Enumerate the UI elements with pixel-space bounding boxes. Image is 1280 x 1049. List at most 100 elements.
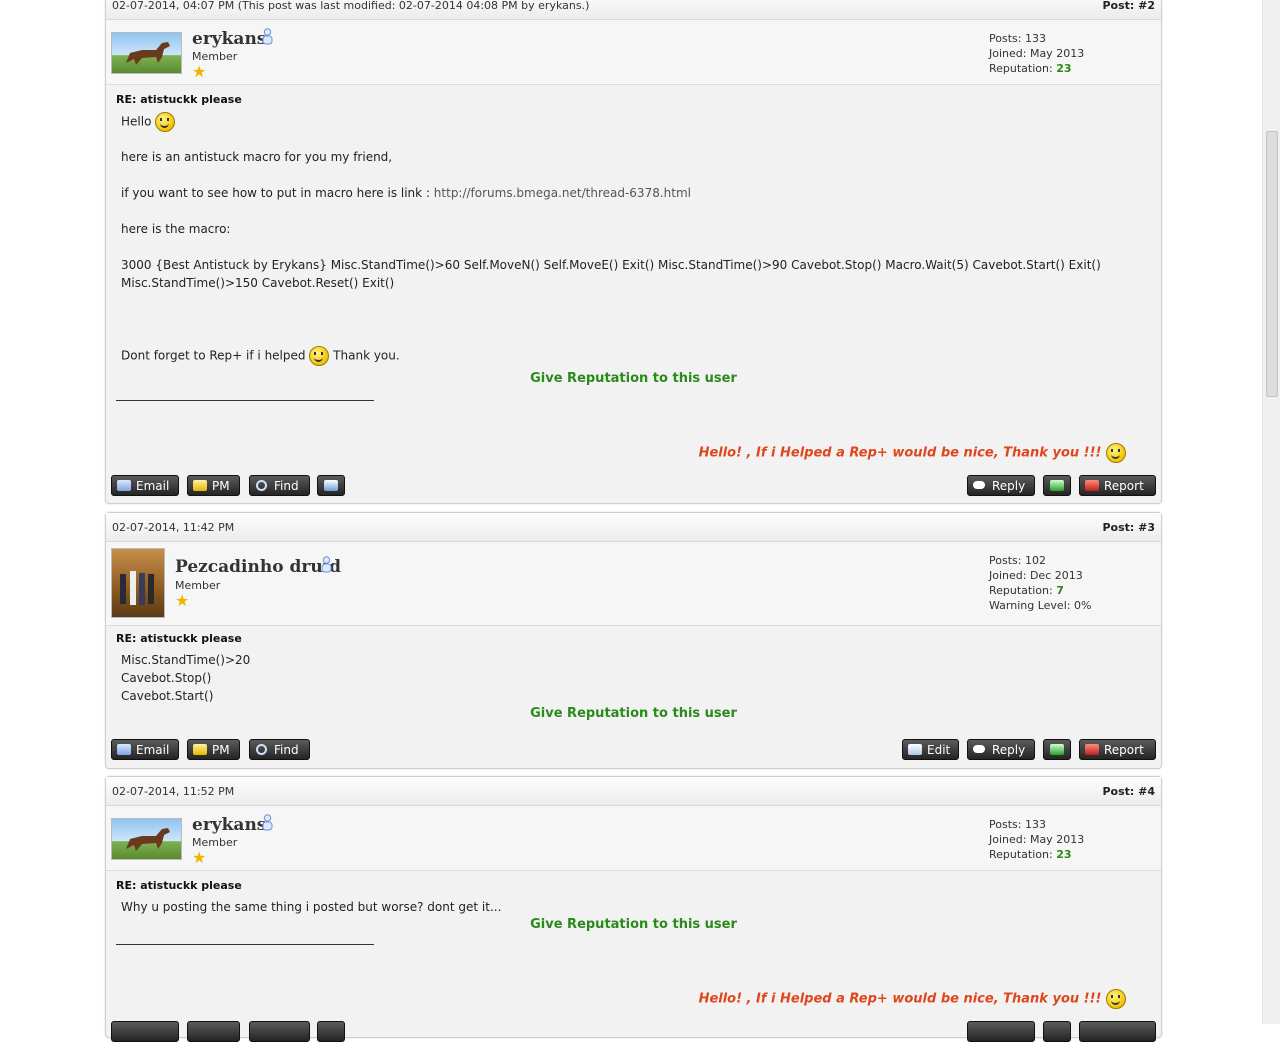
pm-icon: [193, 480, 207, 491]
author-info: erykans Member ★ Posts: 133 Joined: May …: [106, 806, 1161, 871]
button-label: Email: [136, 743, 170, 757]
reply-button[interactable]: [967, 1021, 1035, 1042]
quote-button[interactable]: [1043, 739, 1071, 760]
reputation-label: Reputation:: [989, 584, 1053, 597]
signature: Hello! , If i Helped a Rep+ would be nic…: [699, 989, 1126, 1009]
smiley-icon: [1106, 989, 1126, 1009]
joined-date: Joined: May 2013: [989, 47, 1085, 60]
report-icon: [1085, 744, 1099, 755]
author-info: erykans Member ★ Posts: 133 Joined: May …: [106, 20, 1161, 85]
post-3: 02-07-2014, 11:42 PM Post: #3 Pezcadinho…: [105, 512, 1162, 769]
reputation-value[interactable]: 23: [1056, 62, 1071, 75]
pm-button[interactable]: PM: [187, 739, 240, 760]
signature: Hello! , If i Helped a Rep+ would be nic…: [699, 443, 1126, 463]
reply-button[interactable]: Reply: [967, 739, 1035, 760]
username[interactable]: erykans: [192, 815, 266, 835]
post-number: Post: #2: [1102, 0, 1155, 12]
smiley-icon: [155, 112, 176, 132]
body-line: here is an antistuck macro for you my fr…: [121, 150, 393, 164]
find-button[interactable]: Find: [249, 475, 310, 496]
quote-button[interactable]: [1043, 475, 1071, 496]
give-reputation-link[interactable]: Give Reputation to this user: [106, 706, 1161, 721]
reply-icon: [973, 744, 987, 755]
find-button[interactable]: [249, 1021, 310, 1042]
post-actions: [106, 1015, 1161, 1049]
post-4: 02-07-2014, 11:52 PM Post: #4 erykans Me…: [105, 776, 1162, 1042]
thread-link[interactable]: http://forums.bmega.net/thread-6378.html: [434, 186, 691, 200]
post-number-link[interactable]: #4: [1138, 785, 1155, 798]
quote-icon: [1050, 480, 1064, 491]
post-number: Post: #3: [1102, 521, 1155, 534]
email-button[interactable]: [111, 1021, 179, 1042]
report-button[interactable]: [1079, 1021, 1156, 1042]
user-stats: Posts: 102 Joined: Dec 2013 Reputation: …: [989, 553, 1091, 613]
group-photo-avatar-image: [120, 571, 154, 605]
post-body: Hello here is an antistuck macro for you…: [121, 112, 1121, 366]
reputation-value[interactable]: 23: [1056, 848, 1071, 861]
post-label: Post:: [1102, 785, 1135, 798]
avatar[interactable]: [111, 818, 182, 860]
signature-text: Hello! , If i Helped a Rep+ would be nic…: [698, 445, 1102, 461]
post-number-link[interactable]: #3: [1138, 521, 1155, 534]
avatar[interactable]: [111, 548, 165, 618]
mail-icon: [117, 480, 131, 491]
quote-button[interactable]: [1043, 1021, 1071, 1042]
post-label: Post:: [1102, 0, 1135, 12]
reputation-value[interactable]: 7: [1056, 584, 1064, 597]
body-line: 3000 {Best Antistuck by Erykans} Misc.St…: [121, 258, 1101, 272]
give-reputation-link[interactable]: Give Reputation to this user: [106, 371, 1161, 386]
body-line: Why u posting the same thing i posted bu…: [121, 900, 502, 914]
body-line: if you want to see how to put in macro h…: [121, 186, 430, 200]
reputation: Reputation: 7: [989, 583, 1091, 598]
post-subject: RE: atistuckk please: [116, 632, 242, 645]
button-label: Find: [274, 479, 299, 493]
post-2: 02-07-2014, 04:07 PM (This post was last…: [105, 0, 1162, 504]
button-label: Report: [1104, 743, 1144, 757]
user-stats: Posts: 133 Joined: May 2013 Reputation: …: [989, 31, 1084, 76]
post-subject: RE: atistuckk please: [116, 93, 242, 106]
post-header: 02-07-2014, 04:07 PM (This post was last…: [106, 0, 1161, 20]
report-button[interactable]: Report: [1079, 475, 1156, 496]
button-label: PM: [212, 479, 230, 493]
button-label: Reply: [992, 479, 1026, 493]
give-reputation-link[interactable]: Give Reputation to this user: [106, 917, 1161, 932]
reputation: Reputation: 23: [989, 61, 1084, 76]
scrollbar-thumb[interactable]: [1266, 131, 1278, 397]
report-icon: [1085, 480, 1099, 491]
post-header: 02-07-2014, 11:42 PM Post: #3: [106, 513, 1161, 542]
body-line: Dont forget to Rep+ if i helped: [121, 348, 306, 363]
pm-button[interactable]: PM: [187, 475, 240, 496]
body-line: Misc.StandTime()>150 Cavebot.Reset() Exi…: [121, 276, 395, 290]
button-label: Find: [274, 743, 299, 757]
email-button[interactable]: Email: [111, 739, 179, 760]
star-icon: ★: [192, 62, 207, 81]
reply-button[interactable]: Reply: [967, 475, 1035, 496]
find-icon: [255, 744, 269, 755]
joined-date: Joined: May 2013: [989, 833, 1085, 846]
button-label: Email: [136, 479, 170, 493]
find-icon: [255, 480, 269, 491]
mail-icon: [117, 744, 131, 755]
posts-count: Posts: 133: [989, 818, 1046, 831]
reply-icon: [973, 480, 987, 491]
avatar[interactable]: [111, 32, 182, 74]
report-button[interactable]: Report: [1079, 739, 1156, 760]
buddy-button[interactable]: [317, 475, 345, 496]
post-number-link[interactable]: #2: [1138, 0, 1155, 12]
star-icon: ★: [175, 591, 190, 610]
vertical-scrollbar[interactable]: [1262, 0, 1280, 1024]
email-button[interactable]: Email: [111, 475, 179, 496]
button-label: Reply: [992, 743, 1026, 757]
edit-button[interactable]: Edit: [902, 739, 959, 760]
online-status-icon: [261, 814, 274, 834]
warning-level[interactable]: Warning Level: 0%: [989, 598, 1091, 613]
horse-avatar-image: [126, 42, 170, 65]
username[interactable]: Pezcadinho druid: [175, 557, 341, 577]
online-status-icon: [320, 556, 333, 576]
pm-button[interactable]: [187, 1021, 240, 1042]
find-button[interactable]: Find: [249, 739, 310, 760]
username[interactable]: erykans: [192, 29, 266, 49]
buddy-button[interactable]: [317, 1021, 345, 1042]
body-line: Hello: [121, 114, 152, 129]
signature-divider: [116, 400, 374, 401]
